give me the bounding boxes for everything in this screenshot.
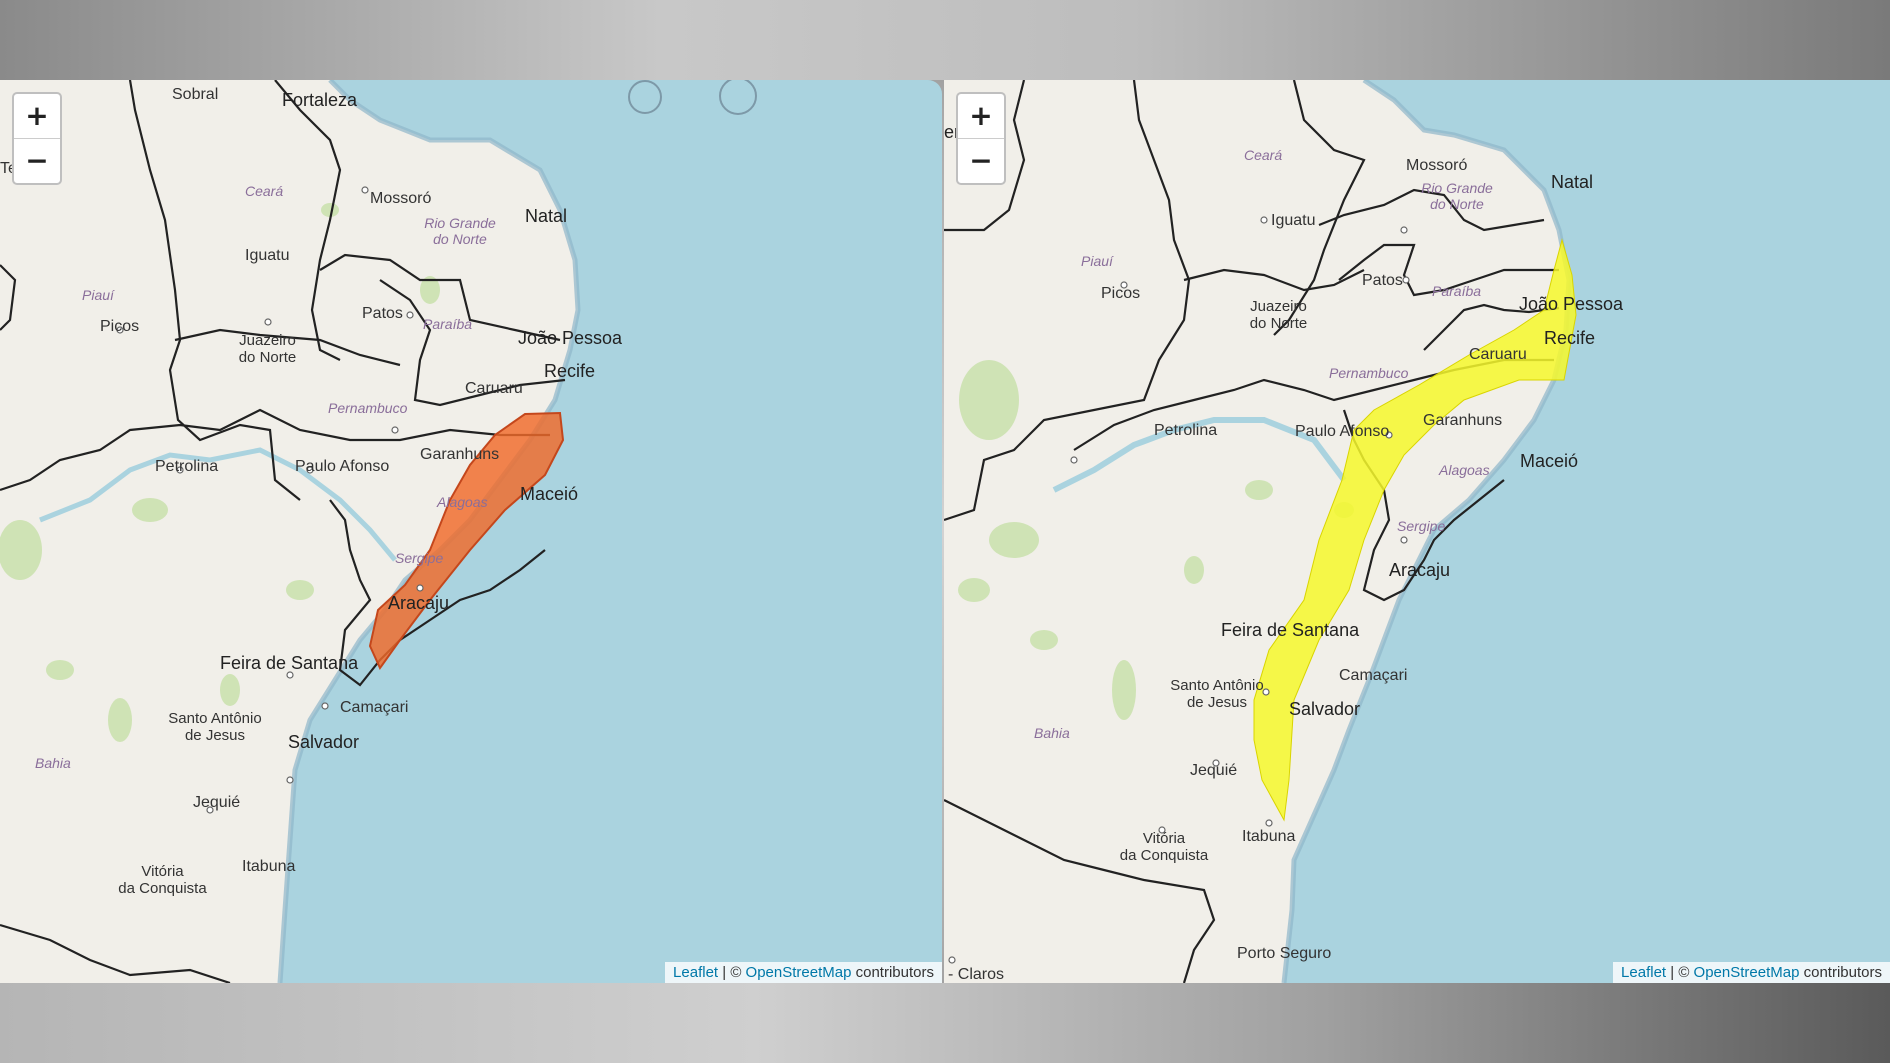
city-label: - Claros xyxy=(948,966,1005,983)
state-label: Bahia xyxy=(35,755,71,771)
city-label: Natal xyxy=(1551,172,1594,192)
city-label: Itabuna xyxy=(242,858,296,875)
city-label: Jequié xyxy=(1190,762,1238,779)
attribution-suffix: contributors xyxy=(851,964,934,981)
state-label: Bahia xyxy=(1034,725,1070,741)
city-label: Iguatu xyxy=(1271,212,1316,229)
state-label: Piauí xyxy=(82,287,114,303)
state-label: Rio Grande do Norte xyxy=(1421,180,1493,212)
top-background-band xyxy=(0,0,1890,80)
state-label: Rio Grande do Norte xyxy=(424,215,496,247)
city-label: Itabuna xyxy=(1242,828,1296,845)
city-label: Salvador xyxy=(1289,699,1361,719)
city-label: Garanhuns xyxy=(420,446,500,463)
city-label: Sobral xyxy=(172,86,219,103)
city-label: Camaçari xyxy=(1339,667,1408,684)
city-label: Garanhuns xyxy=(1423,412,1503,429)
city-label: Feira de Santana xyxy=(220,653,359,673)
city-label: Salvador xyxy=(288,732,360,752)
zoom-in-button[interactable]: + xyxy=(14,94,60,138)
zoom-out-button[interactable]: − xyxy=(14,138,60,183)
decor-circle xyxy=(628,80,662,114)
city-label: Maceió xyxy=(520,484,579,504)
state-label: Alagoas xyxy=(437,494,488,510)
city-label: Maceió xyxy=(1520,451,1579,471)
city-label: Recife xyxy=(544,361,596,381)
state-label: Ceará xyxy=(245,183,284,199)
attribution-suffix: contributors xyxy=(1799,964,1882,981)
city-label: Picos xyxy=(100,318,140,335)
city-label: Paulo Afonso xyxy=(1295,423,1390,440)
city-label: Fortaleza xyxy=(282,90,358,110)
zoom-control: + − xyxy=(956,92,1006,185)
attribution: Leaflet | © OpenStreetMap contributors xyxy=(1613,962,1890,983)
city-label: João Pessoa xyxy=(518,328,623,348)
city-label: Picos xyxy=(1101,285,1141,302)
city-label: Jequié xyxy=(193,794,241,811)
city-label: Patos xyxy=(1362,272,1403,289)
state-label: Paraíba xyxy=(423,316,473,332)
city-label: Petrolina xyxy=(1154,422,1218,439)
bottom-background-band xyxy=(0,983,1890,1063)
city-label: Vitória da Conquista xyxy=(118,863,207,897)
city-label: Feira de Santana xyxy=(1221,620,1360,640)
state-label: Alagoas xyxy=(1439,462,1490,478)
leaflet-link[interactable]: Leaflet xyxy=(673,964,718,981)
leaflet-link[interactable]: Leaflet xyxy=(1621,964,1666,981)
city-label: Vitória da Conquista xyxy=(1119,830,1209,864)
state-label: Pernambuco xyxy=(328,400,408,416)
city-label: João Pessoa xyxy=(1519,294,1624,314)
city-label: Porto Seguro xyxy=(1237,945,1332,962)
state-label: Piauí xyxy=(1081,253,1113,269)
state-label: Sergipe xyxy=(395,550,444,566)
attribution: Leaflet | © OpenStreetMap contributors xyxy=(665,962,942,983)
decor-circle xyxy=(719,80,757,115)
state-label: Pernambuco xyxy=(1329,365,1409,381)
city-label: Petrolina xyxy=(155,458,219,475)
city-label: Caruaru xyxy=(1469,346,1527,363)
left-map[interactable]: Sobral Fortaleza Te Ceará Mossoró Rio Gr… xyxy=(0,80,942,983)
city-label: Patos xyxy=(362,305,403,322)
city-label: Aracaju xyxy=(1389,560,1451,580)
city-label: Mossoró xyxy=(370,190,432,207)
city-label: Caruaru xyxy=(465,380,523,397)
city-label: Juazeiro do Norte xyxy=(238,332,297,366)
osm-link[interactable]: OpenStreetMap xyxy=(1694,964,1800,981)
city-label: Natal xyxy=(525,206,568,226)
city-label: Santo Antônio de Jesus xyxy=(168,710,262,744)
city-label: Camaçari xyxy=(340,699,409,716)
right-map[interactable]: eresina Ceará Mossoró Natal Rio Grande d… xyxy=(944,80,1890,983)
state-label: Paraíba xyxy=(1432,283,1482,299)
city-label: Juazeiro do Norte xyxy=(1249,298,1308,332)
state-label: Ceará xyxy=(1244,147,1283,163)
zoom-in-button[interactable]: + xyxy=(958,94,1004,138)
osm-link[interactable]: OpenStreetMap xyxy=(746,964,852,981)
city-label: Paulo Afonso xyxy=(295,458,390,475)
city-label: Iguatu xyxy=(245,247,290,264)
city-label: Aracaju xyxy=(388,593,450,613)
zoom-control: + − xyxy=(12,92,62,185)
state-label: Sergipe xyxy=(1397,518,1446,534)
zoom-out-button[interactable]: − xyxy=(958,138,1004,183)
city-label: Santo Antônio de Jesus xyxy=(1170,677,1264,711)
attribution-separator: | © xyxy=(1666,964,1694,981)
city-label: Mossoró xyxy=(1406,157,1468,174)
city-label: Recife xyxy=(1544,328,1596,348)
attribution-separator: | © xyxy=(718,964,746,981)
